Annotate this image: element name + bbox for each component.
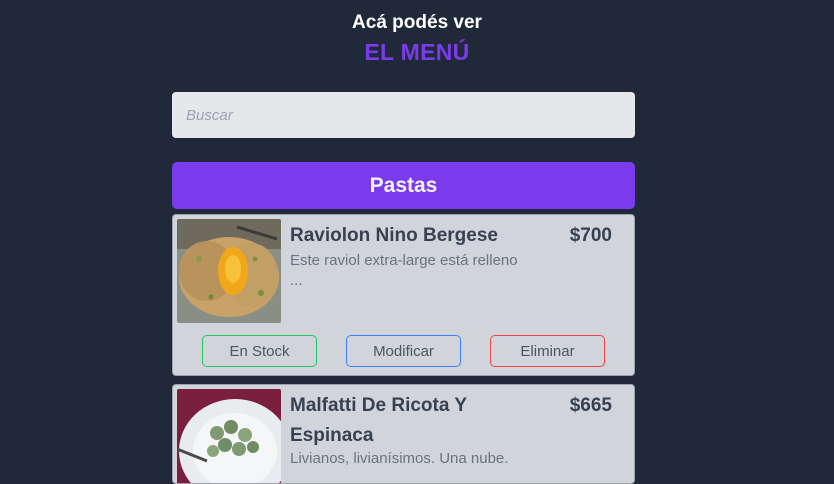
item-description-ellipsis: ...: [290, 272, 303, 289]
item-price: $665: [569, 395, 612, 416]
page-title: EL MENÚ: [364, 39, 470, 65]
menu-item-card: Malfatti De Ricota Y Espinaca $665 Livia…: [172, 384, 635, 484]
item-description: Livianos, livianísimos. Una nube.: [290, 450, 509, 467]
delete-button[interactable]: Eliminar: [490, 335, 605, 367]
item-description-line: Este raviol extra-large está relleno: [290, 252, 518, 269]
item-image-malfatti: [177, 389, 281, 483]
item-price: $700: [569, 225, 612, 246]
search-input[interactable]: [172, 92, 635, 138]
item-image-ravioli: [177, 219, 281, 323]
edit-button[interactable]: Modificar: [346, 335, 461, 367]
item-name: Raviolon Nino Bergese: [290, 225, 498, 246]
item-description: Este raviol extra-large está relleno ...: [290, 251, 560, 291]
in-stock-button[interactable]: En Stock: [202, 335, 317, 367]
category-header-pastas: Pastas: [172, 162, 635, 209]
menu-item-card: Raviolon Nino Bergese $700 Este raviol e…: [172, 214, 635, 376]
page-subtitle: Acá podés ver: [352, 12, 482, 33]
item-name: Malfatti De Ricota Y Espinaca: [290, 395, 467, 446]
